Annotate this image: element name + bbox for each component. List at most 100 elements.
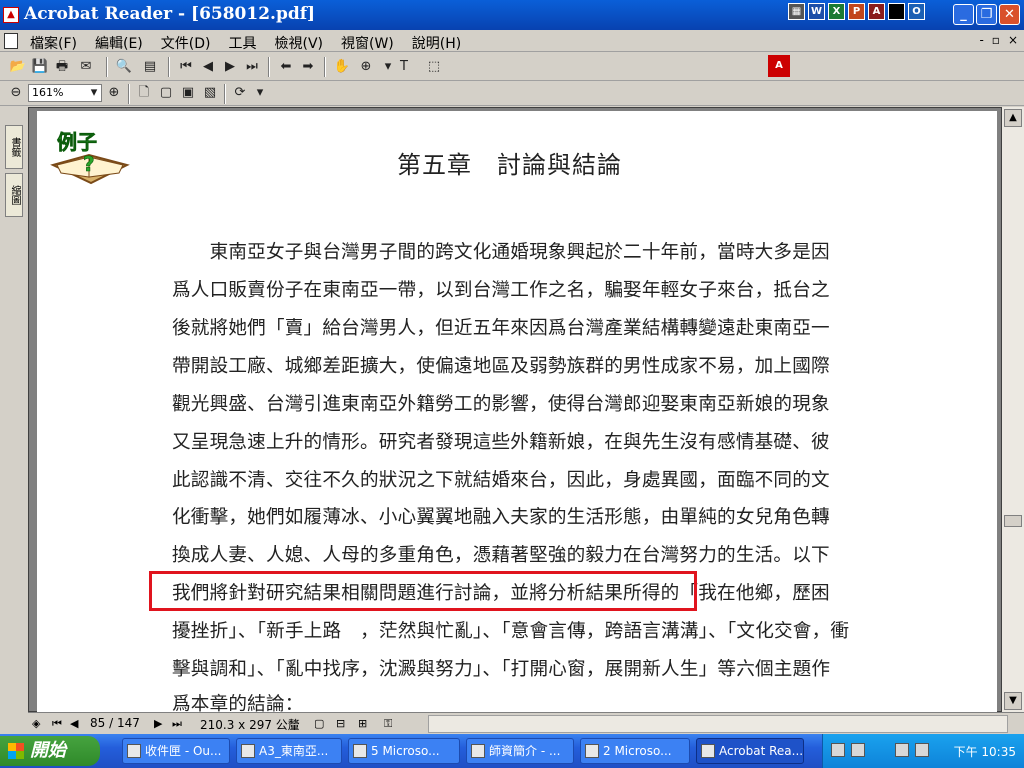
- title-bar[interactable]: ▲ Acrobat Reader - [658012.pdf] ▦ W X P …: [0, 0, 1024, 30]
- powerpoint-task-icon: [585, 744, 599, 758]
- vertical-scrollbar[interactable]: ▲ ▼: [1002, 107, 1024, 712]
- close-button[interactable]: ✕: [999, 4, 1020, 25]
- start-button[interactable]: 開始: [0, 736, 100, 766]
- open-icon[interactable]: 📂: [8, 57, 28, 77]
- word-icon[interactable]: W: [808, 3, 825, 20]
- acrobat-app-icon[interactable]: ▲: [3, 7, 19, 23]
- next-page-icon[interactable]: ▶: [220, 57, 240, 77]
- menu-window[interactable]: 視窗(W): [341, 33, 394, 53]
- task-outlook-inbox[interactable]: 收件匣 - Ou...: [122, 738, 230, 764]
- document-icon[interactable]: [4, 33, 18, 49]
- scroll-up-button[interactable]: ▲: [1004, 109, 1022, 127]
- body-line: 爲人口販賣份子在東南亞一帶，以到台灣工作之名，騙娶年輕女子來台，抵台之: [172, 280, 830, 301]
- first-page-status-button[interactable]: ⏮: [52, 717, 62, 731]
- body-line: 又呈現急速上升的情形。研究者發現這些外籍新娘，在與先生沒有感情基礎、彼: [172, 432, 830, 453]
- body-line: 擾挫折」、「新手上路 ，茫然與忙亂」、「意會言傳，跨語言溝溝」、「文化交會，衝: [172, 621, 850, 642]
- volume-icon[interactable]: [915, 743, 929, 757]
- svg-text:?: ?: [83, 152, 95, 176]
- system-tray: 下午 10:35: [822, 734, 1024, 768]
- actual-size-icon[interactable]: 🗋: [134, 83, 154, 103]
- zoom-out-icon[interactable]: ⊖: [6, 83, 26, 103]
- body-line: 帶開設工廠、城鄉差距擴大，使偏遠地區及弱勢族群的男性成家不易，加上國際: [172, 356, 830, 377]
- scroll-thumb[interactable]: [1004, 515, 1022, 527]
- clock[interactable]: 下午 10:35: [954, 743, 1016, 760]
- window-title: Acrobat Reader - [658012.pdf]: [24, 4, 316, 24]
- help-icon[interactable]: [851, 743, 865, 757]
- keyboard-icon[interactable]: [831, 743, 845, 757]
- go-forward-icon[interactable]: ➡: [298, 57, 318, 77]
- menu-file[interactable]: 檔案(F): [30, 33, 77, 53]
- task-word[interactable]: 5 Microso...: [348, 738, 460, 764]
- body-line: 化衝擊，她們如履薄冰、小心翼翼地融入夫家的生活形態，由單純的女兒角色轉: [172, 507, 830, 528]
- excel-icon[interactable]: X: [828, 3, 845, 20]
- outlook-task-icon: [127, 744, 141, 758]
- continuous-icon[interactable]: ⊟: [336, 717, 345, 730]
- find-icon[interactable]: 🔍: [114, 57, 134, 77]
- powerpoint-icon[interactable]: P: [848, 3, 865, 20]
- task-acrobat[interactable]: Acrobat Rea...: [696, 738, 804, 764]
- body-line: 此認識不清、交往不久的狀況之下就結婚來台，因此，身處異國，面臨不同的文: [172, 470, 830, 491]
- zoom-in-icon[interactable]: ⊕: [104, 83, 124, 103]
- acrobat-task-icon: [701, 744, 715, 758]
- document-view[interactable]: 例子 ? 第五章 討論與結論 東南亞女子與台灣男子間的跨文化通婚現象興起於二十年…: [28, 107, 1002, 713]
- app-grid-icon[interactable]: ▦: [788, 3, 805, 20]
- page-number-field[interactable]: 85 / 147: [90, 716, 148, 732]
- tab-thumbnails[interactable]: 縮圖: [5, 173, 23, 217]
- body-line: 後就將她們「賣」給台灣男人，但近五年來因爲台灣產業結構轉變遠赴東南亞一: [172, 318, 830, 339]
- print-icon[interactable]: 🖶: [52, 57, 72, 77]
- horizontal-scrollbar[interactable]: [428, 715, 1008, 733]
- chevron-down-icon[interactable]: ▾: [250, 83, 270, 103]
- panel-icon[interactable]: ▤: [140, 57, 160, 77]
- outlook-icon[interactable]: O: [908, 3, 925, 20]
- graphics-select-icon[interactable]: ⬚: [424, 57, 444, 77]
- page-layout-icon[interactable]: ◈: [32, 717, 40, 730]
- task-browser[interactable]: 師資簡介 - ...: [466, 738, 574, 764]
- main-toolbar: 📂 💾 🖶 ✉ 🔍 ▤ ⏮ ◀ ▶ ⏭ ⬅ ➡ ✋ ⊕ ▾ T ⬚ A: [0, 53, 1024, 81]
- previous-page-icon[interactable]: ◀: [198, 57, 218, 77]
- doc-restore-button[interactable]: ▫: [992, 33, 1000, 47]
- chevron-down-icon[interactable]: ▾: [84, 83, 104, 103]
- adobe-logo-icon[interactable]: A: [768, 55, 790, 77]
- menu-bar: 檔案(F) 編輯(E) 文件(D) 工具 檢視(V) 視窗(W) 說明(H) -…: [0, 30, 1024, 52]
- tab-bookmarks[interactable]: 書籤: [5, 125, 23, 169]
- minimize-button[interactable]: _: [953, 4, 974, 25]
- continuous-facing-icon[interactable]: ⊞: [358, 717, 367, 730]
- menu-view[interactable]: 檢視(V): [274, 33, 323, 53]
- book-example-icon: 例子 ?: [50, 130, 130, 185]
- first-page-icon[interactable]: ⏮: [176, 57, 196, 77]
- email-icon[interactable]: ✉: [76, 57, 96, 77]
- body-line: 換成人妻、人媳、人母的多重角色，憑藉著堅強的毅力在台灣努力的生活。以下: [172, 545, 830, 566]
- last-page-icon[interactable]: ⏭: [242, 57, 262, 77]
- task-powerpoint[interactable]: 2 Microso...: [580, 738, 690, 764]
- key-icon[interactable]: ⚿: [384, 717, 392, 731]
- black-box-icon[interactable]: [888, 3, 905, 20]
- text-select-icon[interactable]: T: [394, 57, 414, 77]
- fit-visible-icon[interactable]: ▧: [200, 83, 220, 103]
- menu-tools[interactable]: 工具: [228, 33, 256, 53]
- network-icon[interactable]: [895, 743, 909, 757]
- windows-flag-icon: [8, 743, 24, 759]
- fit-width-icon[interactable]: ▣: [178, 83, 198, 103]
- zoom-tool-icon[interactable]: ⊕: [356, 57, 376, 77]
- restore-button[interactable]: ❐: [976, 4, 997, 25]
- last-page-status-button[interactable]: ⏭: [172, 717, 182, 731]
- previous-page-status-button[interactable]: ◀: [70, 717, 78, 730]
- navigation-pane-tabs: 書籤 縮圖: [0, 107, 28, 712]
- next-page-status-button[interactable]: ▶: [154, 717, 162, 730]
- scroll-down-button[interactable]: ▼: [1004, 692, 1022, 710]
- red-highlight-box: [149, 571, 697, 611]
- doc-close-button[interactable]: ×: [1008, 33, 1018, 47]
- save-icon[interactable]: 💾: [30, 57, 50, 77]
- single-page-icon[interactable]: ▢: [314, 717, 324, 730]
- task-folder[interactable]: A3_東南亞...: [236, 738, 342, 764]
- go-back-icon[interactable]: ⬅: [276, 57, 296, 77]
- menu-edit[interactable]: 編輯(E): [95, 33, 143, 53]
- hand-tool-icon[interactable]: ✋: [332, 57, 352, 77]
- chapter-title: 第五章 討論與結論: [397, 151, 622, 179]
- access-icon[interactable]: A: [868, 3, 885, 20]
- doc-minimize-button[interactable]: -: [979, 33, 983, 47]
- fit-page-icon[interactable]: ▢: [156, 83, 176, 103]
- menu-document[interactable]: 文件(D): [161, 33, 211, 53]
- menu-help[interactable]: 說明(H): [412, 33, 461, 53]
- rotate-icon[interactable]: ⟳: [230, 83, 250, 103]
